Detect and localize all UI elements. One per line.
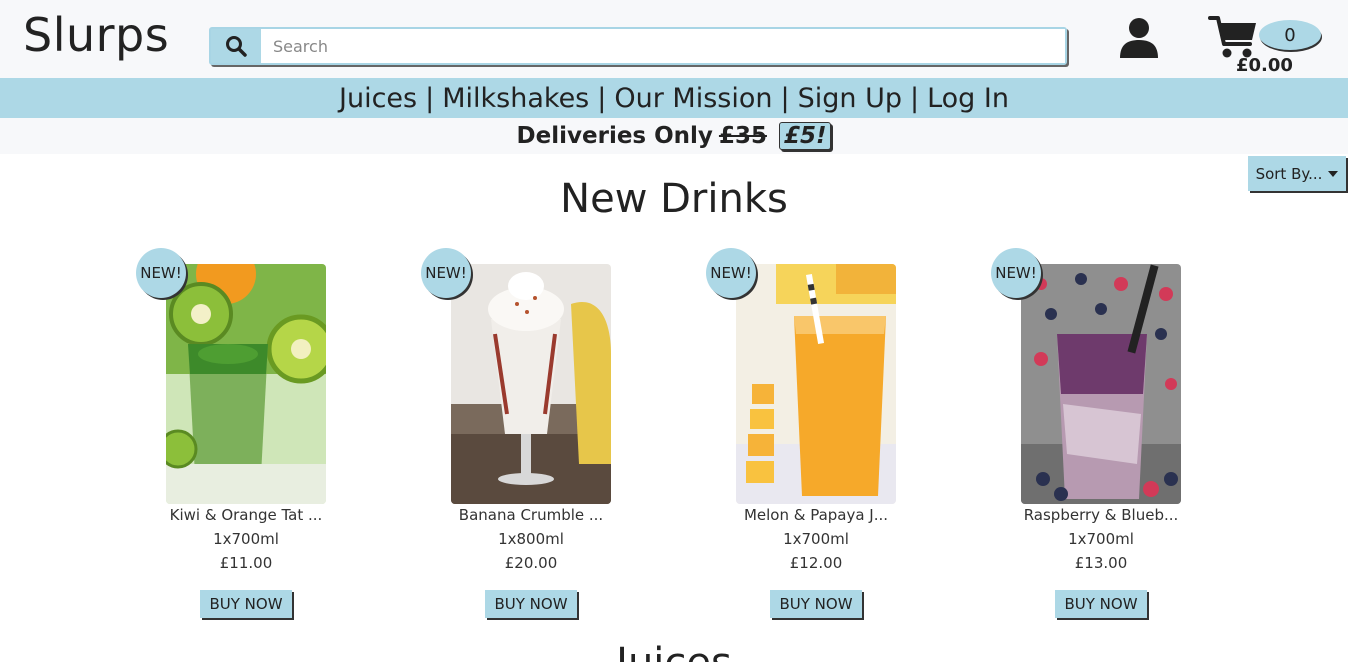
new-badge: NEW! bbox=[421, 248, 471, 298]
account-button[interactable] bbox=[1116, 14, 1162, 60]
search-input[interactable] bbox=[261, 29, 1065, 63]
header: Slurps 0 £0.00 bbox=[0, 0, 1348, 78]
cart-count-badge: 0 bbox=[1259, 20, 1321, 50]
nav-link-juices[interactable]: Juices bbox=[339, 83, 417, 114]
nav-link-log-in[interactable]: Log In bbox=[927, 83, 1009, 114]
cart-total: £0.00 bbox=[1236, 55, 1293, 76]
product-price: £11.00 bbox=[219, 554, 273, 572]
product-card: NEW! Raspberry & Blueb... 1x700ml £13.00… bbox=[991, 248, 1191, 628]
buy-now-button[interactable]: BUY NOW bbox=[1055, 590, 1147, 618]
promo-old-price: £35 bbox=[718, 123, 767, 149]
product-size: 1x800ml bbox=[498, 530, 564, 548]
product-image-melon-papaya[interactable] bbox=[736, 264, 896, 504]
new-badge: NEW! bbox=[706, 248, 756, 298]
product-price: £13.00 bbox=[1074, 554, 1128, 572]
product-name[interactable]: Kiwi & Orange Tat ... bbox=[136, 506, 356, 524]
promo-text: Deliveries Only bbox=[516, 123, 713, 149]
product-image-raspberry-blueberry[interactable] bbox=[1021, 264, 1181, 504]
cart-icon bbox=[1208, 16, 1256, 58]
product-size: 1x700ml bbox=[783, 530, 849, 548]
nav-separator: | bbox=[780, 82, 790, 114]
user-icon bbox=[1120, 18, 1158, 58]
search-bar bbox=[209, 27, 1067, 65]
buy-now-button[interactable]: BUY NOW bbox=[485, 590, 577, 618]
product-price: £20.00 bbox=[504, 554, 558, 572]
buy-now-button[interactable]: BUY NOW bbox=[200, 590, 292, 618]
cart-button[interactable] bbox=[1208, 14, 1260, 60]
product-card: NEW! Melon & Papaya J... 1x700ml £12.00 … bbox=[706, 248, 906, 628]
product-size: 1x700ml bbox=[213, 530, 279, 548]
product-card: NEW! Kiwi & Orange Tat ... 1x700ml £11.0… bbox=[136, 248, 336, 628]
site-logo[interactable]: Slurps bbox=[23, 8, 169, 62]
nav-link-our-mission[interactable]: Our Mission bbox=[614, 83, 772, 114]
nav-link-milkshakes[interactable]: Milkshakes bbox=[442, 83, 589, 114]
delivery-promo-banner: Deliveries Only £35 £5! bbox=[0, 118, 1348, 154]
search-icon bbox=[226, 36, 247, 57]
nav-separator: | bbox=[425, 82, 435, 114]
main-nav: Juices | Milkshakes | Our Mission | Sign… bbox=[0, 78, 1348, 118]
buy-now-button[interactable]: BUY NOW bbox=[770, 590, 862, 618]
product-name[interactable]: Melon & Papaya J... bbox=[706, 506, 926, 524]
product-size: 1x700ml bbox=[1068, 530, 1134, 548]
product-name[interactable]: Raspberry & Blueb... bbox=[991, 506, 1211, 524]
section-title-new-drinks: New Drinks bbox=[560, 176, 788, 222]
product-name[interactable]: Banana Crumble ... bbox=[421, 506, 641, 524]
product-image-kiwi-orange[interactable] bbox=[166, 264, 326, 504]
search-button[interactable] bbox=[211, 29, 261, 63]
product-image-banana-crumble[interactable] bbox=[451, 264, 611, 504]
nav-separator: | bbox=[597, 82, 607, 114]
nav-link-sign-up[interactable]: Sign Up bbox=[798, 83, 902, 114]
section-title-juices: Juices bbox=[0, 640, 1348, 662]
new-badge: NEW! bbox=[991, 248, 1041, 298]
new-badge: NEW! bbox=[136, 248, 186, 298]
product-card: NEW! Banana Crumble ... 1x800ml £20.00 B… bbox=[421, 248, 621, 628]
promo-new-price: £5! bbox=[778, 122, 832, 150]
product-price: £12.00 bbox=[789, 554, 843, 572]
nav-separator: | bbox=[909, 82, 920, 114]
